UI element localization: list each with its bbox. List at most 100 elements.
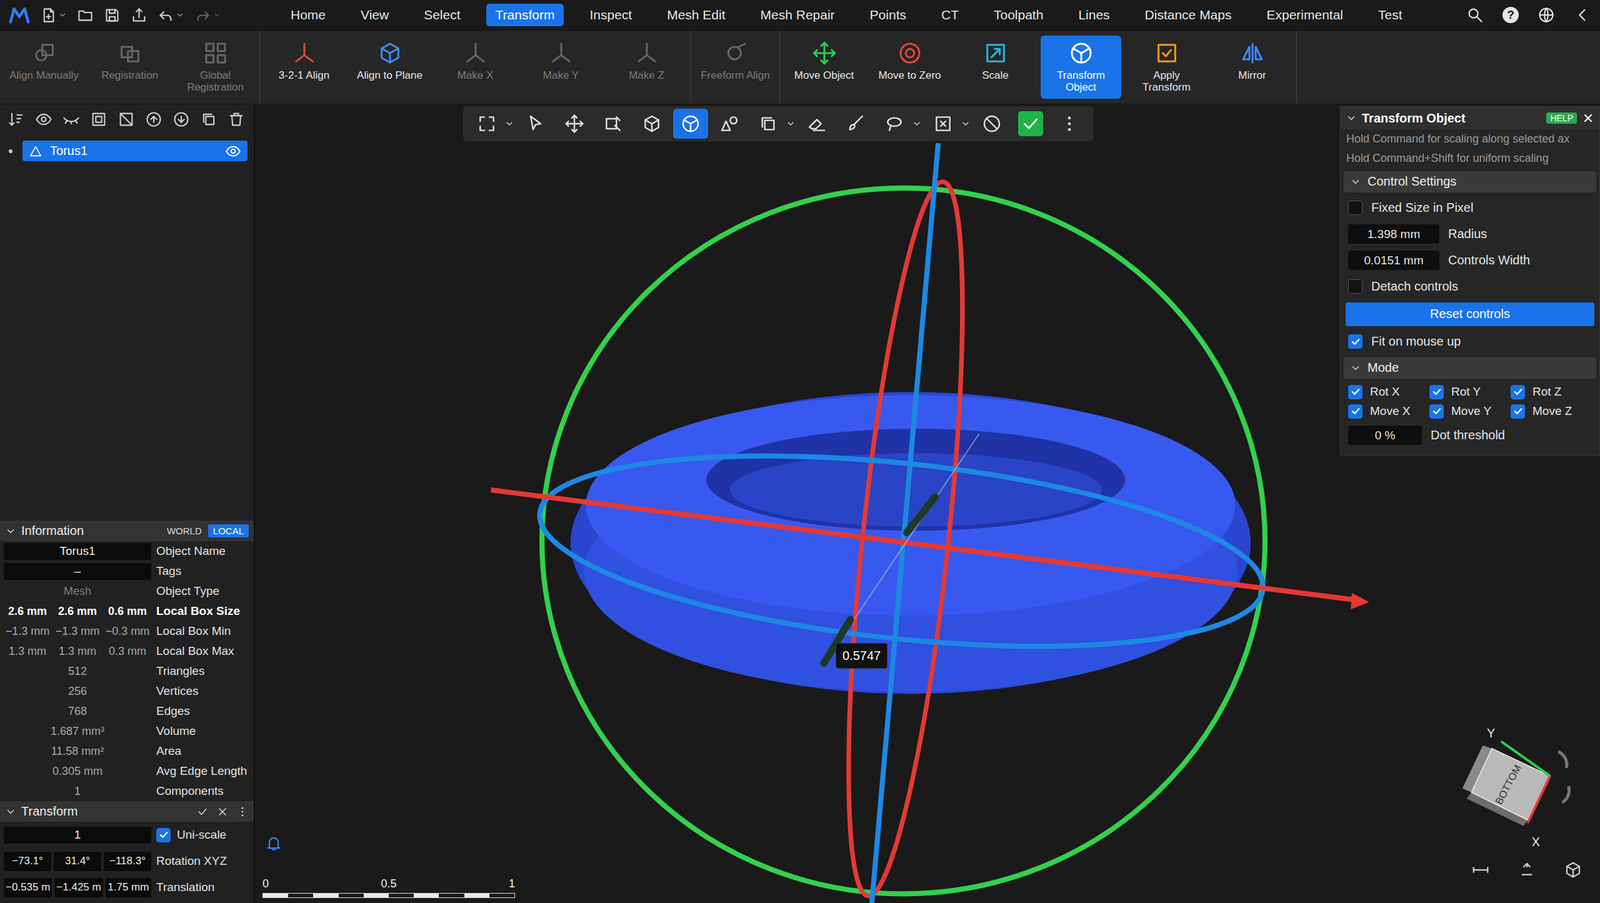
selAll-icon[interactable] <box>90 110 108 129</box>
scale-handle[interactable] <box>906 496 936 533</box>
close-icon[interactable] <box>1581 111 1595 125</box>
menu-tab[interactable]: Test <box>1368 3 1412 27</box>
ribbon-tool[interactable]: 3-2-1 Align <box>263 35 345 99</box>
value-field[interactable]: −118.3° <box>103 851 152 872</box>
axis-x[interactable] <box>490 490 1357 600</box>
reset-button[interactable]: Reset controls <box>1345 302 1595 327</box>
checkbox[interactable] <box>1510 404 1525 419</box>
menu-tab[interactable]: Distance Maps <box>1135 3 1242 27</box>
axis-z[interactable] <box>871 143 939 903</box>
viewport-tool-button[interactable] <box>838 108 874 139</box>
viewport-tool-button[interactable] <box>1051 108 1087 139</box>
viewport-tool-button[interactable] <box>750 108 786 139</box>
ribbon-tool[interactable]: Global Registration <box>175 35 256 99</box>
caret-icon[interactable] <box>1345 112 1357 124</box>
menu-tab[interactable]: Points <box>860 3 916 27</box>
value-field[interactable]: −1.425 m <box>54 878 103 898</box>
checkbox[interactable] <box>1348 200 1363 215</box>
menu-tab[interactable]: Select <box>414 3 470 27</box>
viewport-tool-button[interactable] <box>799 108 835 139</box>
ribbon-tool[interactable]: Apply Transform <box>1126 35 1207 99</box>
dropdown-icon[interactable] <box>960 118 971 129</box>
help-badge[interactable]: HELP <box>1546 112 1577 124</box>
viewport-tool-button[interactable] <box>1013 108 1049 139</box>
ribbon-tool[interactable]: Make Z <box>606 35 687 99</box>
eye-icon[interactable] <box>35 110 53 129</box>
viewport-tool-button[interactable] <box>469 108 505 139</box>
number-input[interactable]: 0 % <box>1348 425 1422 445</box>
number-input[interactable]: 0.0151 mm <box>1348 250 1440 270</box>
ribbon-tool[interactable]: Registration <box>89 35 170 99</box>
viewport-tool-button[interactable] <box>876 108 912 139</box>
quick-action-button[interactable] <box>194 6 222 24</box>
panel-section-header[interactable]: Mode <box>1343 357 1597 379</box>
ribbon-tool[interactable]: Align Manually <box>3 35 85 99</box>
viewport-tool-button[interactable] <box>974 108 1010 139</box>
dropdown-icon[interactable] <box>785 118 796 129</box>
quick-action-button[interactable] <box>76 6 94 24</box>
sort-icon[interactable] <box>7 110 25 129</box>
globe-icon[interactable] <box>1537 6 1555 24</box>
value-field[interactable]: −0.535 m <box>3 878 52 898</box>
viewport-tool-button[interactable] <box>711 108 747 139</box>
quick-action-button[interactable] <box>157 6 185 24</box>
menu-tab[interactable]: Mesh Repair <box>751 3 845 27</box>
mode-checkbox[interactable]: Rot Y <box>1429 385 1511 400</box>
number-input[interactable]: 1.398 mm <box>1348 224 1440 244</box>
value-field[interactable]: 1.75 mm <box>105 878 152 898</box>
ribbon-tool[interactable]: Move Object <box>783 35 865 99</box>
cube-face[interactable] <box>1471 748 1550 820</box>
viewport-tool-button[interactable] <box>673 108 709 139</box>
trash-icon[interactable] <box>227 110 245 129</box>
information-header[interactable]: InformationWORLDLOCAL <box>0 520 254 542</box>
value-field[interactable]: 31.4° <box>53 851 102 872</box>
quick-action-button[interactable] <box>130 6 148 24</box>
menu-tab[interactable]: Lines <box>1068 3 1119 27</box>
menu-tab[interactable]: CT <box>931 3 969 27</box>
viewport[interactable]: 0.5747Transform ObjectHELPHold Command f… <box>255 104 1600 903</box>
menu-tab[interactable]: Toolpath <box>984 3 1053 27</box>
dropdown-icon[interactable] <box>911 118 922 129</box>
checkbox[interactable] <box>1348 385 1363 400</box>
more-icon[interactable] <box>236 805 249 819</box>
bell-icon[interactable] <box>265 834 283 852</box>
value-field[interactable]: – <box>3 563 152 580</box>
close-icon[interactable] <box>216 805 229 819</box>
quick-action-button[interactable] <box>40 6 67 24</box>
ribbon-tool[interactable]: Transform Object <box>1040 35 1122 99</box>
checkbox-row[interactable]: Detach controls <box>1340 273 1600 300</box>
down-icon[interactable] <box>172 110 190 129</box>
viewport-tool-button[interactable] <box>518 108 554 139</box>
mode-checkbox[interactable]: Rot X <box>1348 385 1430 400</box>
panel-section-header[interactable]: Control Settings <box>1343 171 1597 193</box>
ruler-icon[interactable] <box>1471 860 1490 880</box>
rotate-arrow-icon[interactable] <box>1558 751 1567 769</box>
quick-action-button[interactable] <box>103 6 121 24</box>
mode-checkbox[interactable]: Move Y <box>1429 404 1511 419</box>
menu-tab[interactable]: Home <box>281 3 335 27</box>
checkbox[interactable] <box>1348 279 1363 294</box>
checkbox[interactable] <box>1510 385 1525 400</box>
checkbox-row[interactable]: Fit on mouse up <box>1340 328 1600 355</box>
transform-header[interactable]: Transform <box>0 801 254 822</box>
checkbox[interactable] <box>1429 404 1444 419</box>
checkbox[interactable] <box>1429 385 1444 400</box>
eye-icon[interactable] <box>225 143 242 160</box>
uni-scale-toggle[interactable]: Uni-scale <box>156 828 250 843</box>
checkbox[interactable] <box>1348 404 1363 419</box>
menu-tab[interactable]: Transform <box>486 3 565 27</box>
logo-icon[interactable] <box>8 4 30 26</box>
dropdown-icon[interactable] <box>504 118 515 129</box>
value-field[interactable]: Torus1 <box>3 543 152 560</box>
menu-tab[interactable]: Experimental <box>1256 3 1353 27</box>
ribbon-tool[interactable]: Move to Zero <box>869 35 950 99</box>
menu-tab[interactable]: View <box>351 3 399 27</box>
eyeOff-icon[interactable] <box>62 110 80 129</box>
check-icon[interactable] <box>196 805 209 819</box>
frame-option[interactable]: WORLD <box>161 524 207 538</box>
menu-tab[interactable]: Inspect <box>580 3 642 27</box>
frame-option[interactable]: LOCAL <box>208 524 249 538</box>
viewport-tool-button[interactable] <box>595 108 631 139</box>
checkbox-row[interactable]: Fixed Size in Pixel <box>1340 195 1600 222</box>
value-field[interactable]: −73.1° <box>3 851 52 872</box>
